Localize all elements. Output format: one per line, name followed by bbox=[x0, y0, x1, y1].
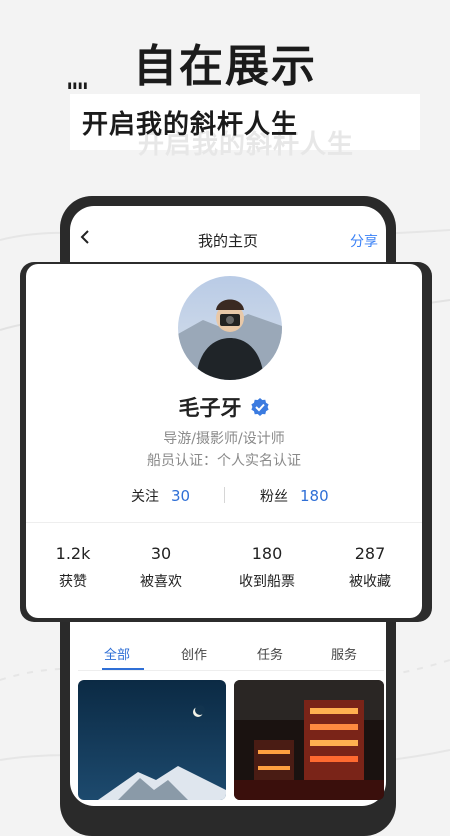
user-name: 毛子牙 bbox=[178, 396, 242, 420]
tab-tasks[interactable]: 任务 bbox=[257, 644, 283, 663]
tab-creation[interactable]: 创作 bbox=[181, 644, 207, 663]
following-count[interactable]: 关注 30 bbox=[131, 486, 190, 506]
share-button[interactable]: 分享 bbox=[350, 231, 378, 251]
stat-value: 287 bbox=[354, 544, 386, 563]
city-night-image bbox=[234, 680, 384, 800]
post-thumbnail[interactable] bbox=[234, 680, 384, 800]
certification-text: 船员认证：个人实名认证 bbox=[147, 453, 301, 469]
fans-label: 粉丝 bbox=[260, 489, 288, 505]
stat-label: 被收藏 bbox=[349, 574, 391, 590]
tabs-divider bbox=[78, 670, 384, 671]
following-label: 关注 bbox=[131, 489, 159, 505]
stat-value: 180 bbox=[251, 544, 283, 563]
fans-number: 180 bbox=[300, 487, 329, 505]
fans-count[interactable]: 粉丝 180 bbox=[260, 486, 329, 506]
stat-value: 30 bbox=[150, 544, 172, 563]
avatar-image bbox=[178, 276, 282, 380]
mountain-night-image bbox=[78, 680, 226, 800]
stat-label: 获赞 bbox=[59, 574, 87, 590]
following-number: 30 bbox=[171, 487, 191, 505]
page-title: 我的主页 bbox=[197, 232, 258, 250]
stat-value: 1.2k bbox=[55, 544, 91, 563]
stats-divider bbox=[26, 522, 422, 523]
verified-badge-icon bbox=[250, 398, 269, 416]
avatar[interactable] bbox=[178, 276, 282, 380]
stat-label: 收到船票 bbox=[239, 574, 295, 590]
post-thumbnail[interactable] bbox=[78, 680, 226, 800]
stat-likes[interactable]: 1.2k 获赞 bbox=[28, 544, 118, 591]
stat-favorited[interactable]: 287 被收藏 bbox=[325, 544, 415, 591]
user-roles: 导游/摄影师/设计师 bbox=[163, 431, 285, 447]
stat-tickets[interactable]: 180 收到船票 bbox=[222, 544, 312, 591]
profile-card: 毛子牙 导游/摄影师/设计师 船员认证：个人实名认证 关注 30 粉丝 180 1.… bbox=[26, 264, 422, 618]
tab-all[interactable]: 全部 bbox=[104, 644, 130, 663]
divider bbox=[224, 487, 225, 503]
stat-liked[interactable]: 30 被喜欢 bbox=[116, 544, 206, 591]
tab-services[interactable]: 服务 bbox=[331, 644, 357, 663]
name-row: 毛子牙 bbox=[26, 392, 422, 422]
promo-subhead: 开启我的斜杆人生 bbox=[82, 110, 299, 140]
stat-label: 被喜欢 bbox=[140, 574, 182, 590]
